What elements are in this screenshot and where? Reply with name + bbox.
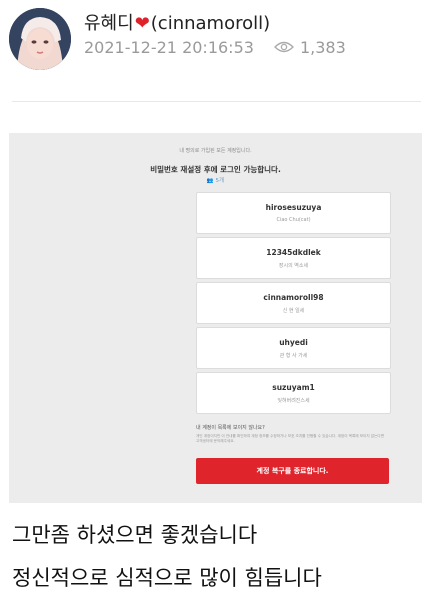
account-id: 12345dkdlek [266, 248, 321, 257]
account-notice: 내 명의로 가입된 모든 계정입니다. [179, 148, 252, 154]
account-card[interactable]: uhyedi 관 형 사 가세 [196, 327, 391, 369]
account-sub: Ciao Chu(cat) [276, 217, 311, 223]
author-name[interactable]: 유혜디❤(cinnamoroll) [84, 9, 270, 35]
avatar[interactable] [9, 8, 71, 70]
restore-button[interactable]: 계정 복구를 종료합니다. [196, 458, 389, 484]
account-sub: 잊혀버려진스세 [277, 398, 310, 404]
author-nickname: 유혜디 [84, 13, 134, 34]
caption-line-1: 그만좀 하셨으면 좋겠습니다 [12, 523, 258, 547]
divider [12, 101, 421, 102]
account-card[interactable]: cinnamoroll98 신 현 일세 [196, 282, 391, 324]
account-sub: 관 형 사 가세 [279, 353, 308, 359]
account-count: 👥 5개 [206, 178, 225, 184]
author-handle: (cinnamoroll) [150, 13, 271, 34]
view-count: 1,383 [299, 38, 346, 57]
caption-line-2: 정신적으로 심적으로 많이 힘듭니다 [12, 566, 322, 590]
missing-account-question[interactable]: 내 계정이 목록에 보이지 않나요? [196, 424, 265, 431]
account-card[interactable]: suzuyam1 잊혀버려진스세 [196, 372, 391, 414]
account-id: uhyedi [279, 338, 308, 347]
post-date: 2021-12-21 20:16:53 [84, 38, 254, 57]
account-card[interactable]: hirosesuzuya Ciao Chu(cat) [196, 192, 391, 234]
embedded-screenshot: 내 명의로 가입된 모든 계정입니다. 비밀번호 재설정 후에 로그인 가능합니… [9, 133, 422, 503]
heart-icon: ❤ [134, 13, 150, 34]
account-id: cinnamoroll98 [263, 293, 324, 302]
account-sub: 장시의 역소세 [278, 263, 309, 269]
fine-print: 개인 계정이지만 이 안내를 확인하여 계정 정보를 수정하거나 보호 조치를 … [196, 434, 385, 443]
reset-headline: 비밀번호 재설정 후에 로그인 가능합니다. [150, 165, 281, 174]
eye-icon [274, 38, 294, 57]
account-card[interactable]: 12345dkdlek 장시의 역소세 [196, 237, 391, 279]
account-id: hirosesuzuya [265, 203, 322, 212]
post-meta: 2021-12-21 20:16:53 1,383 [84, 38, 346, 57]
account-id: suzuyam1 [272, 383, 315, 392]
post-header: 유혜디❤(cinnamoroll) 2021-12-21 20:16:53 1,… [0, 0, 433, 96]
account-sub: 신 현 일세 [282, 308, 305, 314]
